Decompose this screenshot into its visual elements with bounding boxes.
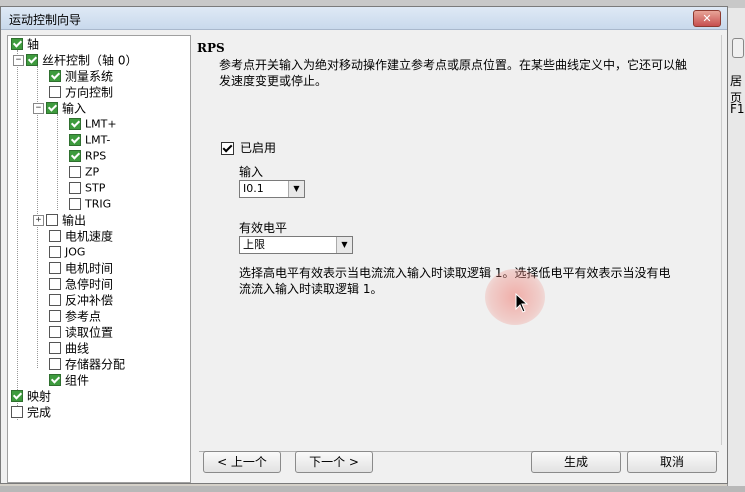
checkbox-unchecked-icon — [11, 405, 23, 418]
cancel-button[interactable]: 取消 — [627, 451, 717, 473]
checkbox-unchecked-icon — [49, 261, 61, 274]
tree-item-trig[interactable]: TRIG — [69, 196, 111, 212]
tree-item-memory-allocation[interactable]: 存储器分配 — [49, 356, 125, 372]
enabled-label: 已启用 — [240, 141, 277, 155]
page-title: RPS — [197, 41, 225, 55]
mouse-pointer-icon — [515, 293, 529, 313]
tree-item-direction[interactable]: 方向控制 — [49, 84, 113, 100]
level-select[interactable]: 上限 ▼ — [239, 236, 353, 254]
page-description: 参考点开关输入为绝对移动操作建立参考点或原点位置。在某些曲线定义中，它还可以触发… — [219, 58, 688, 88]
tree-guide-line — [17, 50, 18, 420]
collapse-icon[interactable]: − — [13, 55, 24, 66]
tree-item-mapping[interactable]: 映射 — [11, 388, 51, 404]
tree-item-motor-speed[interactable]: 电机速度 — [49, 228, 113, 244]
checkbox-unchecked-icon — [69, 165, 81, 178]
level-note: 选择高电平有效表示当电流流入输入时读取逻辑 1。选择低电平有效表示当没有电流流入… — [239, 266, 671, 296]
tree-item-reference-point[interactable]: 参考点 — [49, 308, 101, 324]
checkbox-checked-icon — [49, 373, 61, 386]
level-select-value: 上限 — [243, 238, 265, 251]
tree-item-motor-time[interactable]: 电机时间 — [49, 260, 113, 276]
expand-icon[interactable]: + — [33, 215, 44, 226]
checkbox-checked-icon — [26, 53, 38, 66]
checkbox-unchecked-icon — [49, 293, 61, 306]
checkbox-unchecked-icon — [49, 357, 61, 370]
close-icon: ✕ — [702, 12, 712, 25]
input-select[interactable]: I0.1 ▼ — [239, 180, 305, 198]
background-app-panel: 居页 F1 — [727, 8, 745, 492]
tree-item-screw-axis0[interactable]: − 丝杆控制（轴 0） — [13, 52, 137, 68]
tree-item-jog[interactable]: JOG — [49, 244, 85, 260]
tree-item-lmt-minus[interactable]: LMT- — [69, 132, 110, 148]
checkbox-checked-icon — [49, 69, 61, 82]
tree-item-backlash[interactable]: 反冲补偿 — [49, 292, 113, 308]
next-button[interactable]: 下一个 > — [295, 451, 373, 473]
background-text-1: 居页 — [730, 74, 743, 105]
background-bottom — [0, 486, 745, 492]
close-button[interactable]: ✕ — [693, 10, 721, 27]
tree-item-complete[interactable]: 完成 — [11, 404, 51, 420]
tree-item-stop-time[interactable]: 急停时间 — [49, 276, 113, 292]
checkbox-unchecked-icon — [69, 197, 81, 210]
checkbox-checked-icon — [11, 389, 23, 402]
enabled-checkbox-row[interactable]: 已启用 — [221, 139, 276, 156]
finish-button[interactable]: 生成 — [531, 451, 621, 473]
content-scrollbar[interactable] — [721, 35, 727, 445]
dialog-title: 运动控制向导 — [9, 13, 82, 27]
enabled-checkbox[interactable] — [221, 142, 234, 155]
checkbox-unchecked-icon — [49, 229, 61, 242]
checkbox-unchecked-icon — [49, 277, 61, 290]
checkbox-checked-icon — [69, 149, 81, 162]
motion-control-wizard-dialog: 运动控制向导 ✕ 轴 − 丝杆控制（轴 0） 测量系统 方向控制 − 输入 LMT+… — [0, 6, 728, 484]
tree-item-components[interactable]: 组件 — [49, 372, 89, 388]
background-scroll-button — [732, 38, 744, 58]
title-bar: 运动控制向导 ✕ — [1, 7, 727, 30]
chevron-down-icon[interactable]: ▼ — [288, 181, 304, 197]
checkbox-unchecked-icon — [49, 245, 61, 258]
tree-item-read-position[interactable]: 读取位置 — [49, 324, 113, 340]
tree-item-axis[interactable]: 轴 — [11, 36, 39, 52]
tree-guide-line — [57, 114, 58, 210]
tree-item-lmt-plus[interactable]: LMT+ — [69, 116, 117, 132]
tree-item-output[interactable]: + 输出 — [33, 212, 86, 228]
content-panel: RPS 参考点开关输入为绝对移动操作建立参考点或原点位置。在某些曲线定义中，它还… — [195, 35, 725, 445]
checkbox-checked-icon — [69, 117, 81, 130]
tree-item-zp[interactable]: ZP — [69, 164, 99, 180]
level-label: 有效电平 — [239, 221, 288, 235]
checkbox-checked-icon — [69, 133, 81, 146]
tree-item-profile[interactable]: 曲线 — [49, 340, 89, 356]
background-text-2: F1 — [730, 102, 745, 116]
collapse-icon[interactable]: − — [33, 103, 44, 114]
tree-item-input[interactable]: − 输入 — [33, 100, 86, 116]
tree-item-measurement[interactable]: 测量系统 — [49, 68, 113, 84]
tree-item-stp[interactable]: STP — [69, 180, 105, 196]
chevron-down-icon[interactable]: ▼ — [336, 237, 352, 253]
checkbox-unchecked-icon — [46, 213, 58, 226]
checkbox-unchecked-icon — [49, 309, 61, 322]
checkbox-unchecked-icon — [49, 85, 61, 98]
checkbox-unchecked-icon — [49, 341, 61, 354]
prev-button[interactable]: < 上一个 — [203, 451, 281, 473]
checkbox-unchecked-icon — [69, 181, 81, 194]
input-select-value: I0.1 — [243, 182, 264, 195]
tree-item-rps[interactable]: RPS — [69, 148, 106, 164]
wizard-tree: 轴 − 丝杆控制（轴 0） 测量系统 方向控制 − 输入 LMT+ LMT- RPS… — [7, 35, 191, 483]
checkbox-unchecked-icon — [49, 325, 61, 338]
checkbox-checked-icon — [46, 101, 58, 114]
input-label: 输入 — [239, 165, 264, 179]
checkbox-checked-icon — [11, 37, 23, 50]
